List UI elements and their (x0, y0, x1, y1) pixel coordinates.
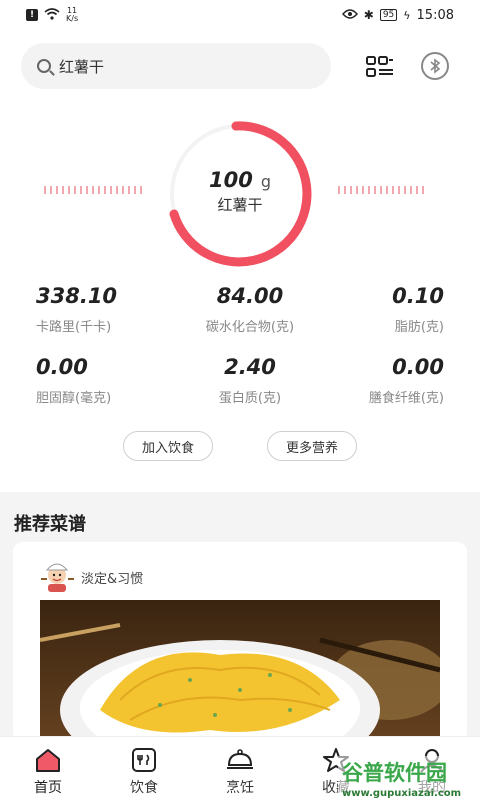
home-icon (36, 749, 60, 772)
network-speed-unit: K/s (66, 14, 79, 23)
nutrient-value: 0.00 (392, 355, 444, 379)
nutrient-protein: 2.40 蛋白质(克) (160, 355, 320, 406)
nav-label: 首页 (34, 780, 62, 796)
more-nutrition-button[interactable]: 更多营养 (267, 431, 357, 461)
clock: 15:08 (416, 7, 454, 23)
nutrient-cholesterol: 0.00 胆固醇(毫克) (0, 355, 160, 406)
recipe-card[interactable]: 淡定&习惯 (13, 542, 467, 742)
left-scale-ticks (44, 186, 142, 196)
nutrient-label: 胆固醇(毫克) (36, 391, 112, 406)
nutrient-value: 84.00 (216, 284, 284, 308)
nutrient-value: 2.40 (224, 355, 276, 379)
gauge-ring (169, 121, 312, 267)
add-to-diet-button[interactable]: 加入饮食 (123, 431, 213, 461)
nutrient-label: 蛋白质(克) (218, 391, 282, 406)
nutrient-label: 卡路里(千卡) (36, 320, 112, 335)
svg-text:谷普软件园: 谷普软件园 (342, 761, 447, 785)
nutrient-carbohydrate: 84.00 碳水化合物(克) (160, 284, 320, 335)
network-speed: 11 K/s (66, 7, 78, 23)
cooking-icon (227, 749, 253, 769)
svg-text:www.gupuxiazai.com: www.gupuxiazai.com (342, 788, 461, 799)
nutrient-value: 0.10 (392, 284, 444, 308)
search-row (21, 43, 461, 89)
nav-cooking[interactable]: 烹饪 (192, 737, 288, 800)
eye-icon (341, 8, 358, 22)
food-name: 红薯干 (217, 196, 263, 214)
nav-diet[interactable]: 饮食 (96, 737, 192, 800)
nutrient-fat: 0.10 脂肪(克) (320, 284, 480, 335)
diet-icon (132, 748, 156, 772)
nutrient-fiber: 0.00 膳食纤维(克) (320, 355, 480, 406)
nav-home[interactable]: 首页 (0, 737, 96, 800)
scan-button[interactable] (365, 55, 395, 79)
nav-label: 饮食 (130, 780, 158, 796)
nutrient-value: 0.00 (36, 355, 88, 379)
section-title: 推荐菜谱 (14, 514, 86, 535)
scan-icon (366, 56, 393, 77)
nutrient-value: 338.10 (36, 284, 118, 308)
nutrient-grid: 338.10 卡路里(千卡) 84.00 碳水化合物(克) 0.10 脂肪(克)… (0, 284, 480, 406)
status-bar: ! 11 K/s ✱ 95 ϟ 15:08 (0, 0, 480, 30)
author-name: 淡定&习惯 (81, 572, 144, 587)
bluetooth-status-icon: ✱ (363, 8, 374, 22)
recommended-recipes-section: 推荐菜谱 淡定&习惯 (0, 492, 480, 742)
recipe-photo[interactable] (40, 600, 440, 742)
alert-icon: ! (26, 9, 38, 21)
bluetooth-icon (430, 58, 441, 74)
weight-readout: 100 g (160, 168, 320, 192)
wifi-icon (44, 7, 60, 23)
search-icon (37, 59, 51, 73)
weight-gauge: 100 g 红薯干 (0, 108, 480, 268)
author-avatar (41, 563, 74, 592)
charging-icon: ϟ (403, 8, 411, 22)
nutrient-label: 碳水化合物(克) (205, 320, 295, 335)
search-input[interactable] (59, 57, 299, 75)
battery-indicator: 95 (379, 9, 398, 21)
weight-value: 100 (209, 168, 253, 192)
search-bar[interactable] (21, 43, 331, 89)
nutrient-label: 脂肪(克) (394, 320, 444, 335)
nav-label: 烹饪 (226, 780, 254, 796)
right-scale-ticks (338, 186, 424, 196)
bluetooth-button[interactable] (421, 52, 449, 80)
nutrient-calories: 338.10 卡路里(千卡) (0, 284, 160, 335)
nutrient-label: 膳食纤维(克) (368, 391, 444, 406)
weight-unit: g (260, 172, 271, 191)
watermark-logo: 谷普软件园 www.gupuxiazai.com (338, 756, 480, 800)
